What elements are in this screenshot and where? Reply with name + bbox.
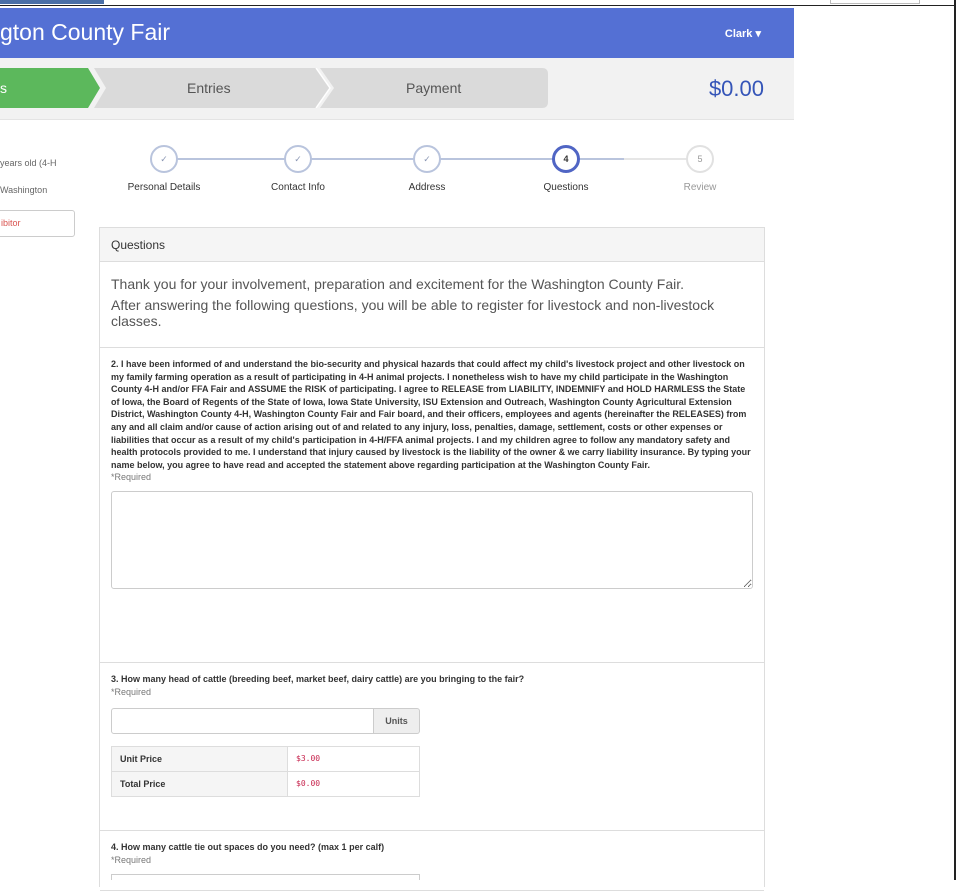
question-cattle-count-text: 3. How many head of cattle (breeding bee… [111,674,525,684]
app-title[interactable]: gton County Fair [0,19,170,46]
total-price-value: $0.00 [287,770,420,797]
wizard-label-review: Review [683,182,717,193]
required-note: *Required [111,686,152,697]
units-addon: Units [374,707,420,734]
step-done-arrow [0,68,100,108]
browser-frame-top [0,0,956,6]
wizard-remaining-line [624,158,694,160]
table-row: Total Price $0.00 [111,770,420,797]
question-release-text: 2. I have been informed of and understan… [111,359,751,470]
price-table: Unit Price $3.00 Total Price $0.00 [111,745,420,797]
top-navbar: gton County Fair Clark ▾ [0,8,794,58]
question-tie-out: 4. How many cattle tie out spaces do you… [100,831,764,891]
cattle-units-group: Units [111,707,420,734]
panel-heading: Questions [100,228,764,262]
exhibitor-button[interactable]: ibitor [0,210,75,237]
frame-ghost-box [830,0,920,4]
wizard-step-personal-details[interactable]: ✓ [150,145,178,173]
wizard-step-questions[interactable]: 4 [552,145,580,173]
question-cattle-count: 3. How many head of cattle (breeding bee… [100,663,764,831]
wizard-label-contact-info: Contact Info [271,182,325,193]
exhibitor-county-text: Washington [0,185,48,195]
intro-thanks: Thank you for your involvement, preparat… [111,276,685,292]
checkout-steps-bar: s Entries Payment $0.00 [0,58,794,120]
wizard-label-address: Address [408,182,446,193]
checkout-arrows [0,68,548,108]
questions-panel: Questions Thank you for your involvement… [99,227,765,891]
tie-out-input-top[interactable] [111,873,420,880]
table-row: Unit Price $3.00 [111,745,420,772]
tab-entries[interactable]: Entries [187,80,231,96]
unit-price-value: $3.00 [287,745,420,772]
frame-ghost-tab [0,0,104,4]
cart-total: $0.00 [708,76,764,101]
user-menu[interactable]: Clark ▾ [725,27,761,40]
wizard-label-personal-details: Personal Details [127,182,201,193]
wizard-label-questions: Questions [543,182,589,193]
wizard-step-review: 5 [686,145,714,173]
wizard-step-address[interactable]: ✓ [413,145,441,173]
question-tie-out-text: 4. How many cattle tie out spaces do you… [111,842,385,852]
cattle-units-input[interactable] [111,707,374,734]
question-release: 2. I have been informed of and understan… [100,348,764,663]
unit-price-label: Unit Price [111,745,288,772]
tab-payment[interactable]: Payment [406,80,461,96]
total-price-label: Total Price [111,770,288,797]
release-signature-textarea[interactable] [111,491,753,590]
exhibitor-age-text: years old (4-H [0,158,57,168]
wizard-step-contact-info[interactable]: ✓ [284,145,312,173]
panel-intro: Thank you for your involvement, preparat… [100,262,764,348]
question-wizard: ✓ ✓ ✓ 4 5 Personal Details Contact Info … [100,140,780,200]
required-note: *Required [111,472,152,483]
step-done-label[interactable]: s [0,80,7,96]
intro-instructions: After answering the following questions,… [111,297,715,329]
required-note: *Required [111,854,152,865]
